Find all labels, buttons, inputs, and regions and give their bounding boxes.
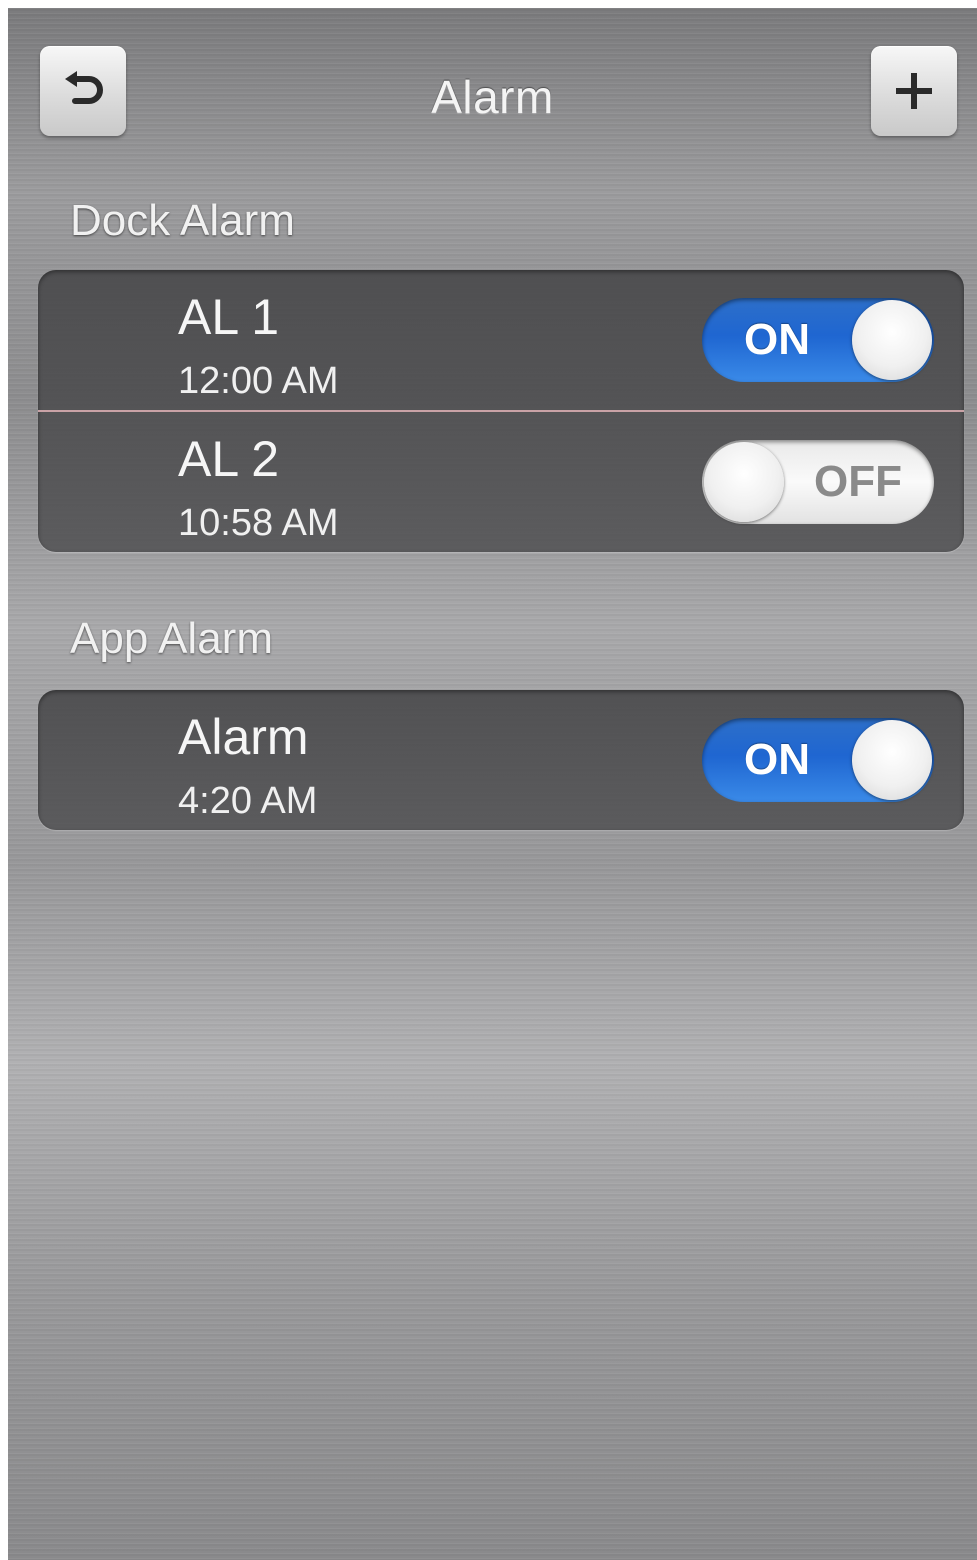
toggle-label: ON xyxy=(744,315,810,364)
alarm-time: 10:58 AM xyxy=(178,502,339,544)
toggle-knob xyxy=(852,300,932,380)
plus-icon xyxy=(896,73,932,109)
alarm-row-al2[interactable]: AL 2 10:58 AM OFF xyxy=(38,410,964,552)
alarm-toggle-al1[interactable]: ON xyxy=(702,298,934,382)
app-alarm-group: Alarm 4:20 AM ON xyxy=(38,690,964,830)
section-header-app-alarm: App Alarm xyxy=(70,614,273,663)
add-alarm-button[interactable] xyxy=(871,46,957,136)
toggle-label: ON xyxy=(744,735,810,784)
page-title: Alarm xyxy=(431,71,554,123)
alarm-name: AL 1 xyxy=(178,289,280,345)
alarm-row-alarm[interactable]: Alarm 4:20 AM ON xyxy=(38,690,964,830)
alarm-name: AL 2 xyxy=(178,431,280,487)
alarm-toggle-al2[interactable]: OFF xyxy=(702,440,934,524)
toggle-knob xyxy=(852,720,932,800)
toggle-knob xyxy=(704,442,784,522)
alarm-row-al1[interactable]: AL 1 12:00 AM ON xyxy=(38,270,964,410)
alarm-screen: Alarm Dock Alarm AL 1 12:00 AM ON AL 2 1… xyxy=(8,8,977,1560)
alarm-name: Alarm xyxy=(178,709,309,765)
alarm-toggle-app[interactable]: ON xyxy=(702,718,934,802)
dock-alarm-group: AL 1 12:00 AM ON AL 2 10:58 AM OFF xyxy=(38,270,964,552)
alarm-time: 12:00 AM xyxy=(178,360,339,402)
alarm-time: 4:20 AM xyxy=(178,780,318,822)
toggle-label: OFF xyxy=(814,457,902,506)
section-header-dock-alarm: Dock Alarm xyxy=(70,196,295,245)
